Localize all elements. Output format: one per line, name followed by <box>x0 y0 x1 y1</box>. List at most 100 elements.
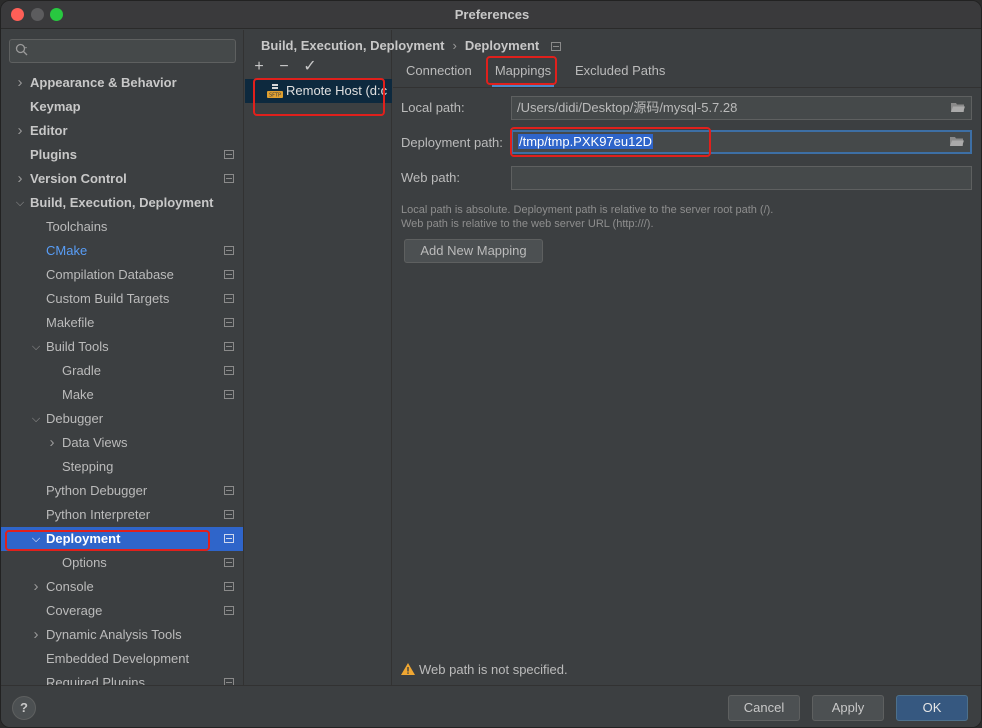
ok-button[interactable]: OK <box>896 695 968 721</box>
deployment-settings-panel: Build, Execution, Deployment › Deployment … <box>261 30 981 685</box>
warning-text: Web path is not specified. <box>419 662 568 677</box>
sidebar-item-required-plugins[interactable]: Required Plugins <box>1 671 243 685</box>
add-new-mapping-button[interactable]: Add New Mapping <box>404 239 543 263</box>
chevron-right-icon[interactable]: › <box>14 167 26 191</box>
tab-mappings[interactable]: Mappings <box>492 59 554 87</box>
sidebar-item-build-tools[interactable]: ⌵ Build Tools <box>1 335 243 359</box>
project-scope-icon <box>224 486 234 495</box>
project-scope-icon <box>224 678 234 685</box>
breadcrumb-current: Deployment <box>464 38 540 53</box>
sidebar-item-stepping[interactable]: Stepping <box>1 455 243 479</box>
browse-folder-icon[interactable] <box>951 102 965 113</box>
sidebar-item-plugins[interactable]: Plugins <box>1 143 243 167</box>
sidebar-item-label: Coverage <box>46 603 103 618</box>
settings-search-input[interactable] <box>9 39 236 63</box>
chevron-down-icon[interactable]: ⌵ <box>30 407 42 431</box>
window-title: Preferences <box>454 7 530 22</box>
sidebar-item-label: Options <box>62 555 107 570</box>
sidebar-item-deployment[interactable]: ⌵ Deployment <box>1 527 243 551</box>
sidebar-item-gradle[interactable]: Gradle <box>1 359 243 383</box>
sidebar-item-label: Compilation Database <box>46 267 174 282</box>
chevron-right-icon[interactable]: › <box>14 119 26 143</box>
sidebar-item-makefile[interactable]: Makefile <box>1 311 243 335</box>
chevron-right-icon[interactable]: › <box>30 623 42 647</box>
apply-button[interactable]: Apply <box>812 695 884 721</box>
sidebar-item-options[interactable]: Options <box>1 551 243 575</box>
sftp-server-icon: SFTP <box>267 84 283 98</box>
sidebar-item-label: Editor <box>30 123 68 138</box>
sidebar-item-editor[interactable]: › Editor <box>1 119 243 143</box>
project-scope-icon <box>224 582 234 591</box>
sidebar-item-label: Appearance & Behavior <box>30 75 177 90</box>
sidebar-item-data-views[interactable]: › Data Views <box>1 431 243 455</box>
sidebar-item-label: Build Tools <box>46 339 109 354</box>
breadcrumb: Build, Execution, Deployment › Deployment <box>261 38 562 54</box>
remove-server-button[interactable]: − <box>276 59 292 75</box>
title-bar: Preferences <box>1 1 981 29</box>
project-scope-icon <box>551 42 562 52</box>
sidebar-item-appearance-behavior[interactable]: › Appearance & Behavior <box>1 71 243 95</box>
chevron-down-icon[interactable]: ⌵ <box>30 335 42 359</box>
sidebar-item-compilation-database[interactable]: Compilation Database <box>1 263 243 287</box>
cancel-button[interactable]: Cancel <box>728 695 800 721</box>
sidebar-item-custom-build-targets[interactable]: Custom Build Targets <box>1 287 243 311</box>
sidebar-item-python-debugger[interactable]: Python Debugger <box>1 479 243 503</box>
tab-connection[interactable]: Connection <box>406 59 472 87</box>
breadcrumb-parent[interactable]: Build, Execution, Deployment <box>261 38 444 53</box>
sidebar-item-coverage[interactable]: Coverage <box>1 599 243 623</box>
sidebar-item-label: CMake <box>46 243 88 258</box>
local-path-label: Local path: <box>401 100 465 115</box>
sidebar-item-toolchains[interactable]: Toolchains <box>1 215 243 239</box>
sidebar-item-label: Debugger <box>46 411 104 426</box>
sidebar-item-build-execution-deployment[interactable]: ⌵ Build, Execution, Deployment <box>1 191 243 215</box>
sidebar-item-label: Custom Build Targets <box>46 291 170 306</box>
chevron-right-icon[interactable]: › <box>46 431 58 455</box>
sidebar-item-label: Embedded Development <box>46 651 190 666</box>
path-hint-line-2: Web path is relative to the web server U… <box>401 218 654 230</box>
sidebar-item-label: Console <box>46 579 94 594</box>
chevron-right-icon[interactable]: › <box>14 71 26 95</box>
sidebar-item-label: Plugins <box>30 147 77 162</box>
project-scope-icon <box>224 318 234 327</box>
sidebar-item-make[interactable]: Make <box>1 383 243 407</box>
sidebar-item-cmake[interactable]: CMake <box>1 239 243 263</box>
sidebar-item-label: Build, Execution, Deployment <box>30 195 214 210</box>
server-label: Remote Host (d:c <box>286 83 388 98</box>
sidebar-item-label: Make <box>62 387 94 402</box>
local-path-field[interactable]: /Users/didi/Desktop/源码/mysql-5.7.28 <box>511 96 972 120</box>
preferences-window: Preferences › Appearance & Behavior Keymap… <box>0 0 982 728</box>
chevron-down-icon[interactable]: ⌵ <box>30 527 42 551</box>
set-default-server-button[interactable]: ✓ <box>302 59 318 75</box>
help-button[interactable]: ? <box>12 696 36 720</box>
sidebar-item-label: Python Debugger <box>46 483 148 498</box>
sidebar-item-label: Required Plugins <box>46 675 146 685</box>
sidebar-item-dynamic-analysis-tools[interactable]: › Dynamic Analysis Tools <box>1 623 243 647</box>
project-scope-icon <box>224 270 234 279</box>
sidebar-item-console[interactable]: › Console <box>1 575 243 599</box>
sidebar-item-label: Python Interpreter <box>46 507 151 522</box>
tab-excluded-paths[interactable]: Excluded Paths <box>575 59 665 87</box>
server-list-item[interactable]: SFTP Remote Host (d:c <box>245 79 392 103</box>
chevron-right-icon[interactable]: › <box>30 575 42 599</box>
sidebar-item-embedded-development[interactable]: Embedded Development <box>1 647 243 671</box>
sidebar-item-debugger[interactable]: ⌵ Debugger <box>1 407 243 431</box>
svg-text:SFTP: SFTP <box>269 93 281 99</box>
sidebar-item-keymap[interactable]: Keymap <box>1 95 243 119</box>
sidebar-item-label: Deployment <box>46 531 121 546</box>
warning-icon <box>401 663 415 675</box>
sidebar-item-python-interpreter[interactable]: Python Interpreter <box>1 503 243 527</box>
project-scope-icon <box>224 342 234 351</box>
sidebar-item-label: Data Views <box>62 435 128 450</box>
deployment-path-field[interactable]: /tmp/tmp.PXK97eu12D <box>511 130 972 154</box>
project-scope-icon <box>224 390 234 399</box>
web-path-field[interactable] <box>511 166 972 190</box>
path-hint-line-1: Local path is absolute. Deployment path … <box>401 204 774 216</box>
deployment-tabs: Connection Mappings Excluded Paths <box>393 59 981 88</box>
sidebar-item-label: Version Control <box>30 171 127 186</box>
chevron-down-icon[interactable]: ⌵ <box>14 191 26 215</box>
web-path-label: Web path: <box>401 170 461 185</box>
browse-folder-icon[interactable] <box>950 136 964 147</box>
sidebar-item-version-control[interactable]: › Version Control <box>1 167 243 191</box>
project-scope-icon <box>224 174 234 183</box>
add-server-button[interactable]: + <box>251 59 267 75</box>
